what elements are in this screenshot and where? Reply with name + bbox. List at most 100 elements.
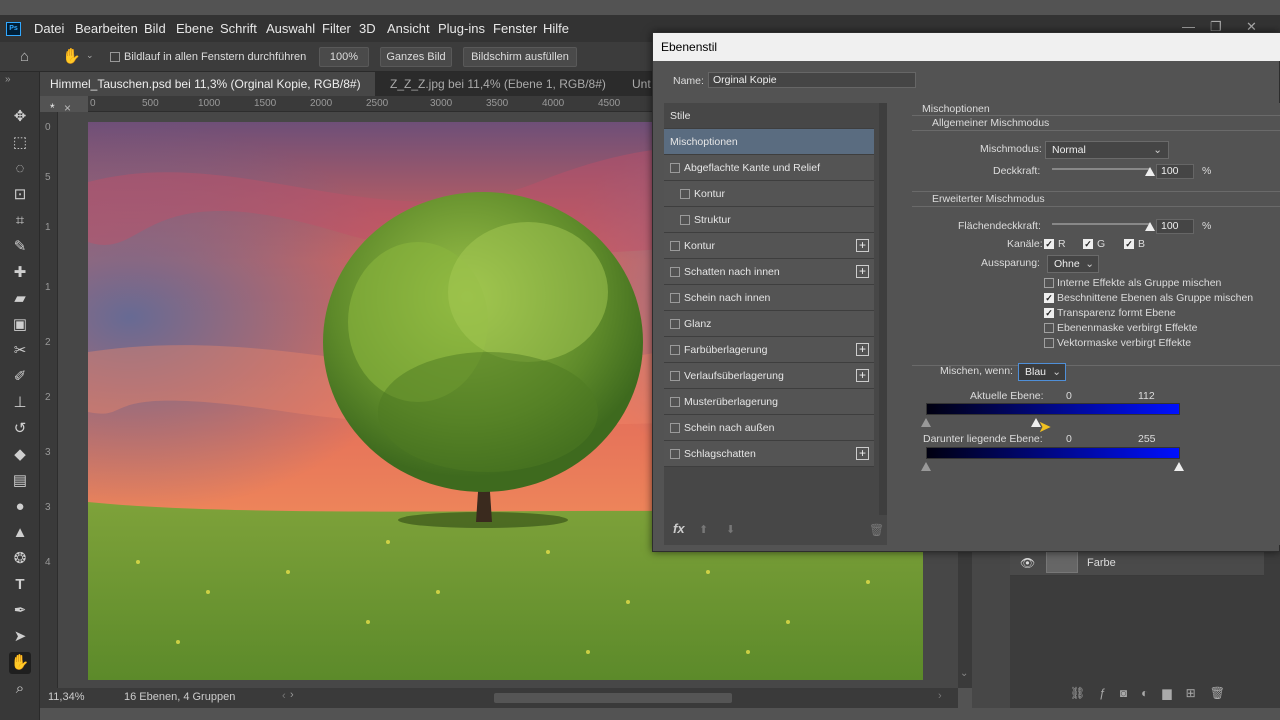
style-item[interactable]: Struktur [664, 207, 874, 233]
hand-tool-selected-icon[interactable]: ✋ [9, 652, 31, 674]
menu-schrift[interactable]: Schrift [220, 21, 257, 36]
option-checkbox[interactable]: ✓ [1044, 293, 1054, 303]
new-layer-icon[interactable]: ⊞ [1186, 686, 1210, 700]
link-icon[interactable]: ⛓ [1070, 686, 1099, 700]
eyedropper-icon[interactable]: ✎ [9, 236, 31, 258]
fit-screen-button[interactable]: Ganzes Bild [380, 47, 452, 67]
horizontal-scroll-thumb[interactable] [494, 693, 732, 703]
style-checkbox[interactable] [670, 423, 680, 433]
style-checkbox[interactable] [670, 319, 680, 329]
add-style-icon[interactable]: + [856, 447, 869, 460]
menu-auswahl[interactable]: Auswahl [266, 21, 315, 36]
style-item[interactable]: Glanz [664, 311, 874, 337]
menu-plugins[interactable]: Plug-ins [438, 21, 485, 36]
bandage-icon[interactable]: ▰ [9, 288, 31, 310]
option-checkbox[interactable] [1044, 323, 1054, 333]
menu-bild[interactable]: Bild [144, 21, 166, 36]
dialog-title[interactable]: Ebenenstil [653, 33, 1280, 61]
chevron-down-icon[interactable]: ⌄ [86, 50, 94, 61]
style-item[interactable]: Schein nach außen [664, 415, 874, 441]
blur-tool-icon[interactable]: ● [9, 496, 31, 518]
menu-3d[interactable]: 3D [359, 21, 376, 36]
underlying-black-slider[interactable] [921, 462, 931, 471]
tab-zzz[interactable]: Z_Z_Z.jpg bei 11,4% (Ebene 1, RGB/8#) * … [380, 72, 622, 115]
blend-if-select[interactable]: Blau ⌄ [1018, 363, 1066, 381]
option-checkbox[interactable]: ✓ [1044, 308, 1054, 318]
transform-icon[interactable]: ▣ [9, 314, 31, 336]
fx-icon[interactable]: ƒ [1099, 686, 1120, 700]
delete-icon[interactable]: 🗑 [869, 523, 884, 537]
menu-bearbeiten[interactable]: Bearbeiten [75, 21, 138, 36]
object-select-icon[interactable]: ⊡ [9, 184, 31, 206]
fill-opacity-value[interactable]: 100 [1156, 219, 1194, 234]
crop-tool-icon[interactable]: ⌗ [9, 210, 31, 232]
layer-row[interactable]: 👁 Farbe [1010, 550, 1264, 576]
zoom-level[interactable]: 11,34% [48, 691, 85, 703]
add-style-icon[interactable]: + [856, 343, 869, 356]
move-tool-icon[interactable]: ✥ [9, 106, 31, 128]
mask-icon[interactable]: ◙ [1120, 686, 1141, 700]
scroll-right-icon[interactable]: › [938, 690, 942, 702]
brush-tool-icon[interactable]: ✐ [9, 366, 31, 388]
hand-tool-icon[interactable]: ✋ [62, 47, 81, 65]
style-item[interactable]: Kontur + [664, 233, 874, 259]
style-checkbox[interactable] [680, 215, 690, 225]
gradient-tool-icon[interactable]: ▤ [9, 470, 31, 492]
style-checkbox[interactable] [670, 163, 680, 173]
menu-ansicht[interactable]: Ansicht [387, 21, 430, 36]
visibility-eye-icon[interactable]: 👁 [1020, 556, 1035, 570]
style-checkbox[interactable] [680, 189, 690, 199]
stamp-tool-icon[interactable]: ⊥ [9, 392, 31, 414]
sharpen-tool-icon[interactable]: ▲ [9, 522, 31, 544]
move-down-icon[interactable]: ⬇ [726, 523, 735, 536]
collapse-icon[interactable]: » [5, 74, 11, 85]
menu-ebene[interactable]: Ebene [176, 21, 214, 36]
scissors-icon[interactable]: ✂ [9, 340, 31, 362]
style-item[interactable]: Kontur [664, 181, 874, 207]
path-select-icon[interactable]: ➤ [9, 626, 31, 648]
style-item[interactable]: Verlaufsüberlagerung + [664, 363, 874, 389]
menu-hilfe[interactable]: Hilfe [543, 21, 569, 36]
style-checkbox[interactable] [670, 371, 680, 381]
underlying-white-slider[interactable] [1174, 462, 1184, 471]
fill-screen-button[interactable]: Bildschirm ausfüllen [463, 47, 577, 67]
opacity-slider-handle[interactable] [1145, 167, 1155, 176]
info-arrow-icon[interactable]: › [290, 689, 294, 701]
move-up-icon[interactable]: ⬆ [699, 523, 708, 536]
style-item[interactable]: Abgeflachte Kante und Relief [664, 155, 874, 181]
option-checkbox[interactable] [1044, 278, 1054, 288]
style-checkbox[interactable] [670, 345, 680, 355]
type-tool-icon[interactable]: T [9, 574, 31, 596]
fill-opacity-slider-handle[interactable] [1145, 222, 1155, 231]
name-input[interactable]: Orginal Kopie [708, 72, 916, 88]
fx-button[interactable]: fx [673, 521, 685, 536]
style-checkbox[interactable] [670, 293, 680, 303]
scroll-down-icon[interactable]: ⌄ [960, 668, 968, 679]
lasso-tool-icon[interactable]: ◌ [9, 158, 31, 180]
add-style-icon[interactable]: + [856, 239, 869, 252]
style-item[interactable]: Stile [664, 103, 874, 129]
adjustment-icon[interactable]: ◐ [1141, 686, 1162, 700]
scroll-all-checkbox[interactable] [110, 52, 120, 62]
this-layer-black-slider[interactable] [921, 418, 931, 427]
folder-icon[interactable]: ▆ [1162, 686, 1185, 700]
blend-mode-select[interactable]: Normal ⌄ [1045, 141, 1169, 159]
pen-tool-icon[interactable]: ✒ [9, 600, 31, 622]
menu-filter[interactable]: Filter [322, 21, 351, 36]
option-checkbox[interactable] [1044, 338, 1054, 348]
knockout-select[interactable]: Ohne ⌄ [1047, 255, 1099, 273]
style-checkbox[interactable] [670, 241, 680, 251]
style-item[interactable]: Farbüberlagerung + [664, 337, 874, 363]
add-style-icon[interactable]: + [856, 369, 869, 382]
channel-b-checkbox[interactable]: ✓ [1124, 239, 1134, 249]
fill-opacity-slider[interactable] [1052, 223, 1150, 225]
style-item[interactable]: Schlagschatten + [664, 441, 874, 467]
opacity-value[interactable]: 100 [1156, 164, 1194, 179]
eraser-tool-icon[interactable]: ◆ [9, 444, 31, 466]
opacity-slider[interactable] [1052, 168, 1150, 170]
sponge-tool-icon[interactable]: ❂ [9, 548, 31, 570]
scroll-left-icon[interactable]: ‹ [282, 690, 286, 702]
add-style-icon[interactable]: + [856, 265, 869, 278]
zoom-tool-icon[interactable]: ⌕ [9, 678, 31, 700]
tab-himmel-tauschen[interactable]: Himmel_Tauschen.psd bei 11,3% (Orginal K… [40, 72, 375, 115]
